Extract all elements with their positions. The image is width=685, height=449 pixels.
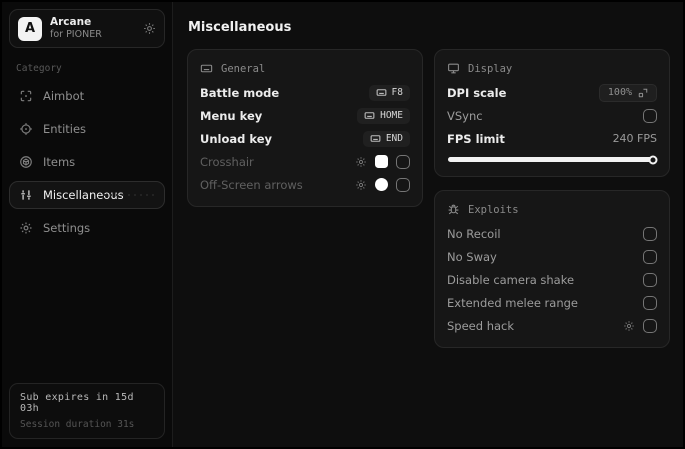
setting-label: Battle mode: [200, 85, 280, 100]
app-logo: A: [18, 16, 42, 41]
account-text: Arcane for PIONER: [50, 16, 135, 41]
setting-label: Disable camera shake: [447, 272, 575, 287]
setting-label: DPI scale: [447, 85, 507, 100]
sidebar-item-label: Miscellaneous: [43, 188, 124, 202]
app-name: Arcane: [50, 16, 92, 28]
vsync-checkbox[interactable]: [643, 108, 657, 123]
no-sway-checkbox[interactable]: [643, 249, 657, 264]
offscreen-arrows-checkbox[interactable]: [396, 177, 410, 192]
setting-row-no-recoil: No Recoil: [447, 222, 657, 245]
extended-melee-range-checkbox[interactable]: [643, 295, 657, 310]
crosshair-color-swatch[interactable]: [375, 155, 388, 168]
keyboard-icon: [370, 133, 381, 144]
setting-row-menu-key: Menu key HOME: [200, 104, 410, 127]
slider-fill: [448, 157, 656, 162]
sidebar-item-entities[interactable]: Entities: [9, 115, 165, 143]
sidebar: A Arcane for PIONER Category Aimbot Enti…: [2, 2, 173, 447]
bug-icon: [447, 203, 460, 216]
setting-row-disable-camera-shake: Disable camera shake: [447, 268, 657, 291]
category-label: Category: [16, 63, 62, 74]
sidebar-item-label: Items: [43, 155, 76, 169]
general-card: General Battle mode F8 Menu key HOME Unl…: [187, 49, 423, 207]
page-title: Miscellaneous: [188, 20, 292, 35]
setting-label: Off-Screen arrows: [200, 177, 303, 192]
setting-row-battle-mode: Battle mode F8: [200, 81, 410, 104]
sidebar-item-items[interactable]: Items: [9, 148, 165, 176]
keybind-value: HOME: [380, 110, 403, 121]
setting-label: No Sway: [447, 249, 497, 264]
setting-row-vsync: VSync: [447, 104, 657, 127]
package-icon: [19, 155, 33, 169]
crosshair-settings-gear-icon[interactable]: [355, 156, 367, 168]
crosshair-checkbox[interactable]: [396, 154, 410, 169]
speed-hack-settings-gear-icon[interactable]: [623, 320, 635, 332]
setting-label: FPS limit: [447, 131, 505, 146]
radar-icon: [19, 122, 33, 136]
keybind-button-battle-mode[interactable]: F8: [368, 84, 410, 101]
exploits-card: Exploits No Recoil No Sway Disable camer…: [434, 190, 670, 348]
setting-row-unload-key: Unload key END: [200, 127, 410, 150]
subscription-status-card: Sub expires in 15d 03h Session duration …: [9, 383, 165, 439]
setting-label: Extended melee range: [447, 295, 578, 310]
setting-label: VSync: [447, 108, 483, 123]
setting-label: Unload key: [200, 131, 272, 146]
offscreen-arrows-color-swatch[interactable]: [375, 178, 388, 191]
exploits-card-header: Exploits: [447, 199, 657, 222]
app-window: A Arcane for PIONER Category Aimbot Enti…: [0, 0, 685, 449]
setting-label: No Recoil: [447, 226, 501, 241]
sidebar-item-label: Entities: [43, 122, 87, 136]
gear-icon: [19, 221, 33, 235]
keybind-value: F8: [391, 87, 403, 98]
sidebar-item-label: Aimbot: [43, 89, 85, 103]
general-card-header: General: [200, 58, 410, 81]
setting-label: Crosshair: [200, 154, 254, 169]
display-card: Display DPI scale 100% VSync FPS limit 2…: [434, 49, 670, 177]
setting-row-speed-hack: Speed hack: [447, 314, 657, 337]
scale-icon: [638, 88, 648, 98]
exploits-card-title: Exploits: [468, 203, 519, 216]
monitor-icon: [447, 62, 460, 75]
offscreen-arrows-settings-gear-icon[interactable]: [355, 179, 367, 191]
dpi-scale-select[interactable]: 100%: [598, 83, 657, 102]
fps-limit-slider[interactable]: [448, 155, 658, 164]
scan-icon: [19, 89, 33, 103]
keyboard-icon: [376, 87, 387, 98]
sidebar-item-settings[interactable]: Settings: [9, 214, 165, 242]
sidebar-item-aimbot[interactable]: Aimbot: [9, 82, 165, 110]
general-card-title: General: [221, 62, 266, 75]
display-card-title: Display: [468, 62, 513, 75]
setting-row-crosshair: Crosshair: [200, 150, 410, 173]
setting-row-fps-limit: FPS limit 240 FPS: [447, 127, 657, 150]
fps-limit-value: 240 FPS: [612, 132, 657, 145]
sidebar-item-label: Settings: [43, 221, 91, 235]
disable-camera-shake-checkbox[interactable]: [643, 272, 657, 287]
main-panel: Miscellaneous General Battle mode F8 Men…: [173, 2, 683, 447]
setting-row-no-sway: No Sway: [447, 245, 657, 268]
sliders-icon: [19, 188, 33, 202]
app-subtitle: for PIONER: [50, 29, 102, 41]
sidebar-item-miscellaneous[interactable]: Miscellaneous: [9, 181, 165, 209]
setting-label: Menu key: [200, 108, 263, 123]
setting-row-offscreen-arrows: Off-Screen arrows: [200, 173, 410, 196]
no-recoil-checkbox[interactable]: [643, 226, 657, 241]
sub-expiry-text: Sub expires in 15d 03h: [20, 392, 134, 414]
setting-label: Speed hack: [447, 318, 515, 333]
setting-row-extended-melee-range: Extended melee range: [447, 291, 657, 314]
account-gear-icon[interactable]: [143, 22, 156, 35]
dpi-scale-value: 100%: [607, 87, 632, 98]
keybind-value: END: [385, 133, 403, 144]
speed-hack-checkbox[interactable]: [643, 318, 657, 333]
account-card[interactable]: A Arcane for PIONER: [9, 9, 165, 48]
slider-knob[interactable]: [648, 155, 658, 164]
keyboard-icon: [200, 62, 213, 75]
display-card-header: Display: [447, 58, 657, 81]
keyboard-icon: [364, 110, 375, 121]
keybind-button-menu-key[interactable]: HOME: [357, 107, 410, 124]
keybind-button-unload-key[interactable]: END: [362, 130, 410, 147]
sidebar-nav: Aimbot Entities Items Miscellaneous Sett…: [9, 82, 165, 242]
setting-row-dpi-scale: DPI scale 100%: [447, 81, 657, 104]
session-duration-text: Session duration 31s: [20, 419, 135, 430]
